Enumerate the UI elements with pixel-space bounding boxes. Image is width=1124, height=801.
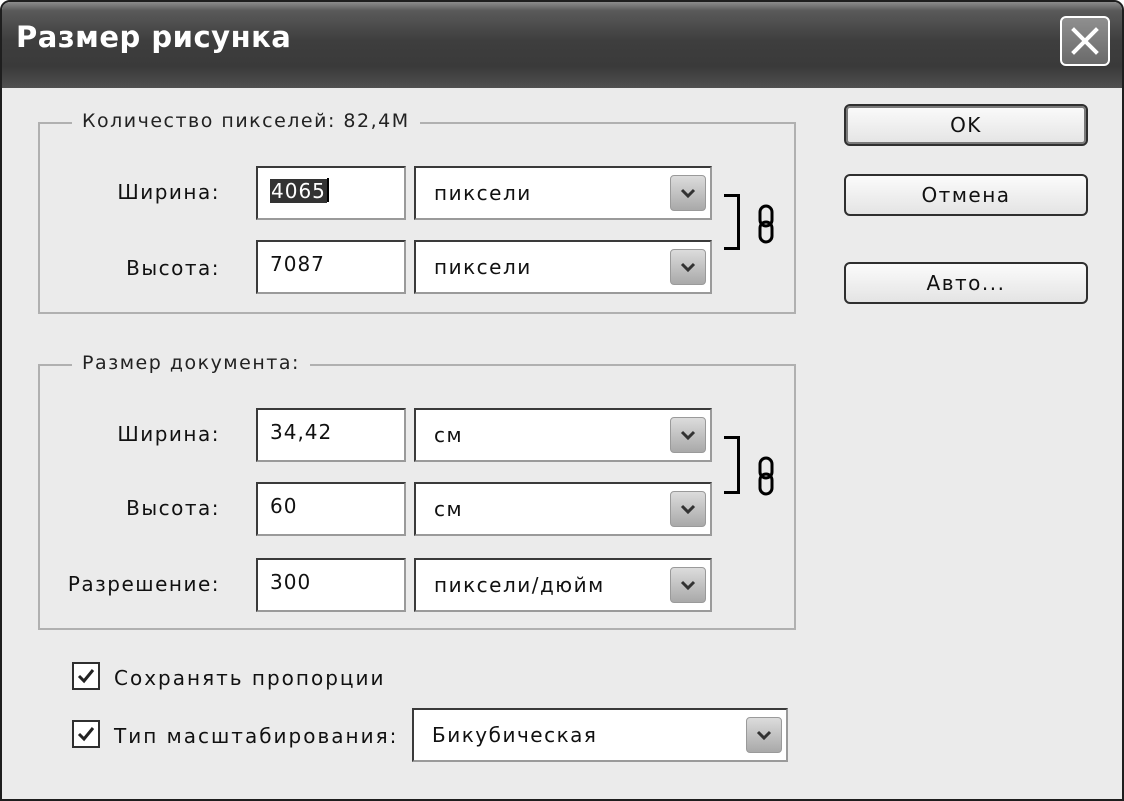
resample-checkbox[interactable] [72,720,100,748]
close-icon [1071,27,1099,55]
doc-height-value: 60 [270,494,298,518]
resolution-label: Разрешение: [67,572,220,596]
doc-width-label: Ширина: [117,422,220,446]
checkmark-icon [77,669,95,684]
dialog-title: Размер рисунка [16,20,292,54]
pixel-height-value: 7087 [270,252,325,276]
chevron-down-icon [680,430,696,441]
resample-method-value: Бикубическая [432,723,598,747]
document-size-legend: Размер документа: [72,352,310,374]
chain-link-icon [758,204,774,244]
doc-width-unit-dropdown-button[interactable] [670,417,706,453]
resolution-input[interactable]: 300 [256,558,406,612]
chevron-down-icon [680,262,696,273]
pixel-width-unit-value: пиксели [434,181,532,205]
constrain-proportions-label[interactable]: Сохранять пропорции [114,666,386,690]
resample-method-select[interactable]: Бикубическая [412,708,788,762]
doc-width-value: 34,42 [270,420,333,444]
resolution-unit-select[interactable]: пиксели/дюйм [414,558,712,612]
pixel-width-unit-select[interactable]: пиксели [414,166,712,220]
ok-button[interactable]: OK [844,104,1088,146]
chevron-down-icon [680,188,696,199]
resolution-unit-dropdown-button[interactable] [670,567,706,603]
doc-width-unit-value: см [434,423,464,447]
pixel-width-label: Ширина: [117,180,220,204]
pixel-dimensions-legend: Количество пикселей: 82,4М [72,110,420,132]
image-size-dialog: Размер рисунка Количество пикселей: 82,4… [0,0,1124,801]
pixel-height-unit-select[interactable]: пиксели [414,240,712,294]
pixel-constraint-bracket [724,194,740,250]
resolution-unit-value: пиксели/дюйм [434,573,605,597]
title-bar[interactable]: Размер рисунка [2,2,1122,88]
chevron-down-icon [680,504,696,515]
doc-height-input[interactable]: 60 [256,482,406,536]
chevron-down-icon [756,730,772,741]
resample-method-dropdown-button[interactable] [746,717,782,753]
pixel-width-unit-dropdown-button[interactable] [670,175,706,211]
constrain-proportions-checkbox[interactable] [72,662,100,690]
doc-height-unit-dropdown-button[interactable] [670,491,706,527]
doc-height-label: Высота: [126,496,220,520]
pixel-height-unit-value: пиксели [434,255,532,279]
pixel-height-unit-dropdown-button[interactable] [670,249,706,285]
resolution-value: 300 [270,570,312,594]
doc-height-unit-value: см [434,497,464,521]
chevron-down-icon [680,580,696,591]
cancel-button[interactable]: Отмена [844,174,1088,216]
pixel-height-input[interactable]: 7087 [256,240,406,294]
chain-link-icon [758,456,774,496]
checkmark-icon [77,727,95,742]
dialog-body: Количество пикселей: 82,4М Ширина: 4065 … [2,88,1122,799]
pixel-width-input[interactable]: 4065 [256,166,406,220]
document-constraint-bracket [724,436,740,494]
doc-width-unit-select[interactable]: см [414,408,712,462]
auto-button[interactable]: Авто... [844,262,1088,304]
close-button[interactable] [1060,16,1110,66]
doc-height-unit-select[interactable]: см [414,482,712,536]
pixel-height-label: Высота: [126,256,220,280]
pixel-width-value: 4065 [270,179,327,203]
text-caret [326,178,329,202]
doc-width-input[interactable]: 34,42 [256,408,406,462]
resample-label[interactable]: Тип масштабирования: [114,724,398,748]
